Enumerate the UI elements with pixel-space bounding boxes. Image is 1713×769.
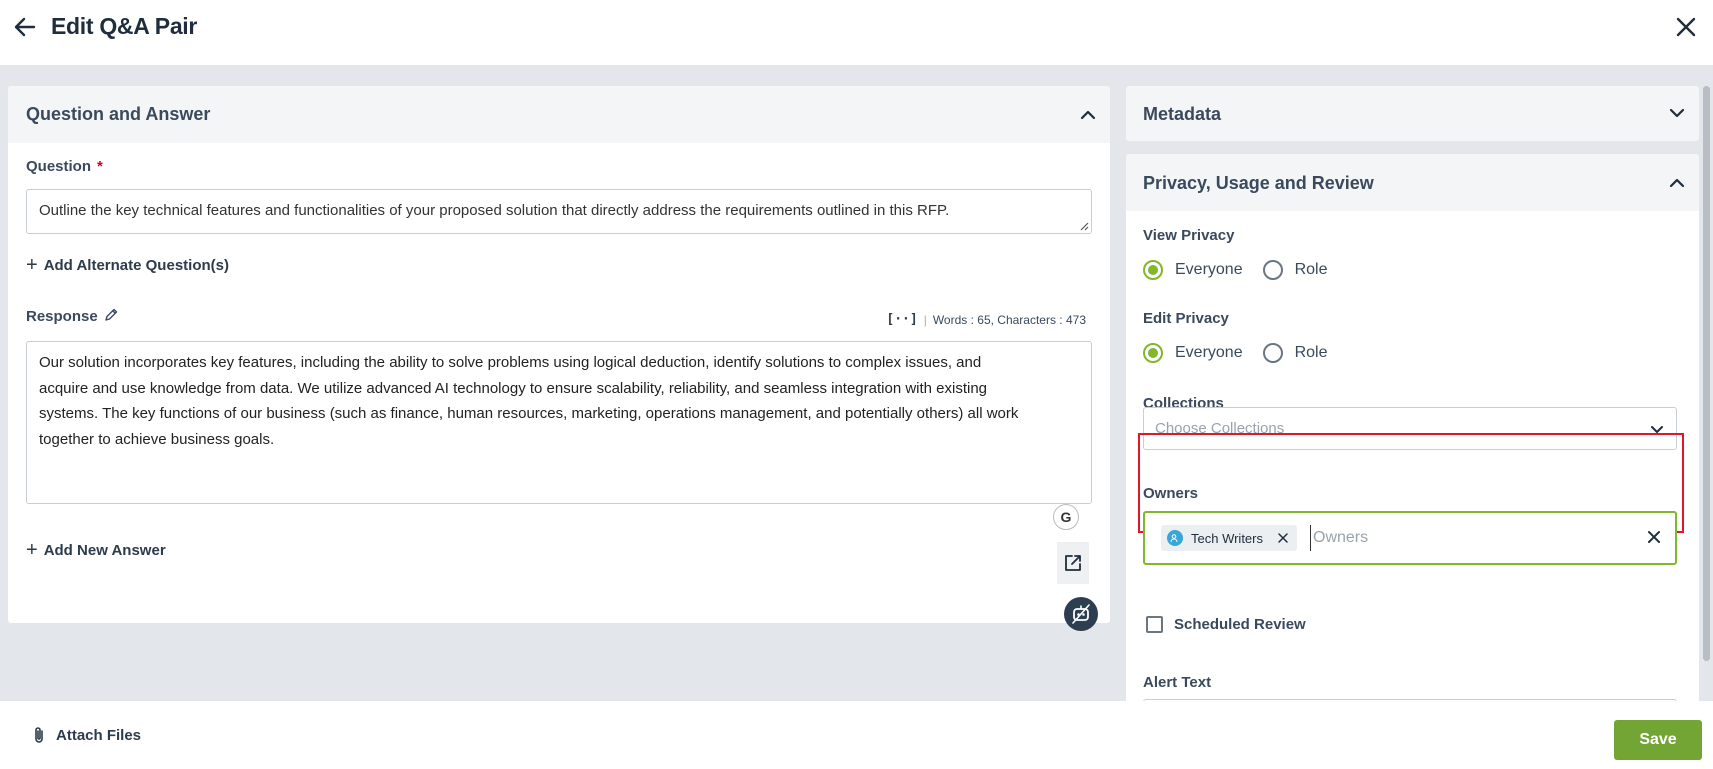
page-title: Edit Q&A Pair [51,13,198,39]
scheduled-review-checkbox[interactable]: Scheduled Review [1146,616,1306,633]
word-char-count: Words : 65, Characters : 473 [932,312,1086,327]
ai-link-icon [1072,604,1090,624]
metadata-section-header[interactable]: Metadata [1126,86,1699,141]
edit-privacy-radio-group: Everyone Role [1143,343,1348,363]
scrollbar-thumb[interactable] [1703,86,1710,661]
remove-chip-icon[interactable] [1277,532,1289,544]
paperclip-icon [35,727,43,743]
owners-label: Owners [1143,485,1199,502]
page-footer: Attach Files Save [0,701,1713,769]
privacy-section-header[interactable]: Privacy, Usage and Review [1126,154,1699,211]
opt-everyone-label: Everyone [1175,261,1243,278]
radio-unselected[interactable] [1262,260,1283,280]
radio-selected[interactable] [1143,260,1163,280]
edit-privacy-label: Edit Privacy [1143,310,1229,327]
view-privacy-everyone[interactable]: Everyone [1143,260,1243,280]
response-text: Our solution incorporates key features, … [39,354,1019,448]
owners-input[interactable] [1310,525,1610,551]
checkbox-unchecked[interactable] [1146,616,1163,633]
view-privacy-role[interactable]: Role [1262,260,1328,280]
privacy-title: Privacy, Usage and Review [1143,173,1374,193]
edit-privacy-everyone[interactable]: Everyone [1143,343,1243,363]
qa-panel: Question and Answer Question * Outline th… [8,86,1110,631]
close-icon[interactable] [1673,14,1699,40]
attach-files-label: Attach Files [56,726,142,744]
opt-everyone-label: Everyone [1175,344,1243,361]
scrollbar[interactable] [1703,86,1710,661]
add-answer-label: Add New Answer [43,541,166,559]
group-avatar-icon [1167,530,1183,546]
save-button[interactable]: Save [1614,720,1702,760]
chevron-down-icon[interactable] [1667,103,1687,123]
resize-handle-icon[interactable] [1079,221,1089,231]
view-privacy-label: View Privacy [1143,227,1235,244]
view-privacy-radio-group: Everyone Role [1143,260,1348,280]
owner-chip-label: Tech Writers [1191,530,1263,546]
radio-selected[interactable] [1143,343,1163,363]
owner-chip: Tech Writers [1161,525,1297,551]
privacy-section: Privacy, Usage and Review View Privacy E… [1126,154,1699,701]
radio-unselected[interactable] [1262,343,1283,363]
plus-icon: + [26,254,38,276]
opt-role-label: Role [1294,261,1328,278]
arrow-left-icon[interactable] [12,14,38,40]
attach-files-button[interactable]: Attach Files [32,725,141,745]
response-editor[interactable]: Our solution incorporates key features, … [26,341,1092,504]
external-link-icon [1065,555,1081,571]
open-external-button[interactable] [1057,542,1089,584]
question-label-text: Question [26,158,92,175]
divider: | [923,312,927,327]
chevron-up-icon[interactable] [1667,173,1687,193]
metadata-title: Metadata [1143,104,1222,124]
clear-icon[interactable] [1645,528,1663,546]
response-label: Response [26,308,98,325]
plus-icon: + [26,539,38,561]
question-field[interactable]: Outline the key technical features and f… [26,189,1092,234]
opt-role-label: Role [1294,344,1328,361]
question-label: Question * [26,158,103,175]
word-count-bar: [··] | Words : 65, Characters : 473 [886,312,1086,327]
add-alternate-label: Add Alternate Question(s) [43,256,229,274]
question-value: Outline the key technical features and f… [39,202,950,219]
add-new-answer-button[interactable]: + Add New Answer [26,540,166,560]
scheduled-review-label: Scheduled Review [1174,616,1306,633]
pencil-icon[interactable] [103,307,119,323]
chevron-up-icon[interactable] [1078,105,1098,125]
expand-tag-button[interactable]: [··] [886,312,917,327]
required-mark: * [97,158,103,175]
qa-section-header[interactable]: Question and Answer [8,86,1110,143]
alert-text-label: Alert Text [1143,674,1212,691]
owners-field[interactable]: Tech Writers [1143,511,1677,565]
edit-privacy-role[interactable]: Role [1262,343,1328,363]
add-alternate-question-button[interactable]: + Add Alternate Question(s) [26,255,229,275]
ai-assistant-button[interactable] [1064,597,1098,631]
grammar-check-button[interactable]: G [1053,504,1079,530]
right-sidebar: Metadata Privacy, Usage and Review View … [1126,86,1699,701]
page-header: Edit Q&A Pair [0,0,1713,65]
qa-section-title: Question and Answer [26,104,211,124]
